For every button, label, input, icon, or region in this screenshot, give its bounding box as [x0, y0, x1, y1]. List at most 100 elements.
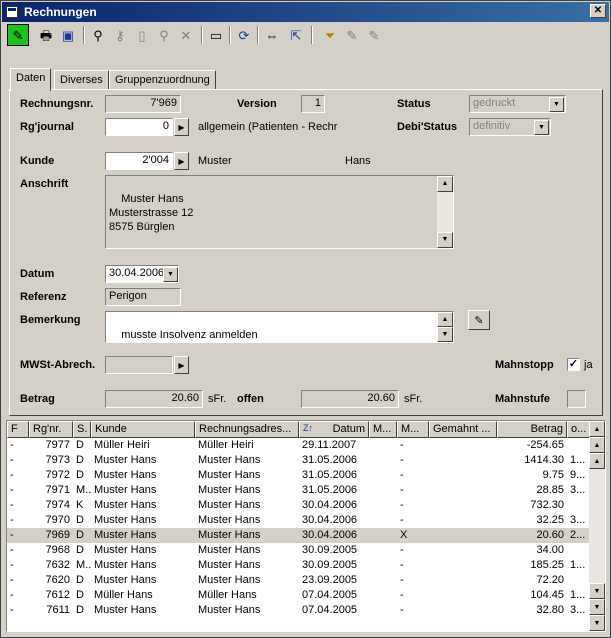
cell-gemahnt: [429, 603, 497, 618]
table-row[interactable]: - 7612 D Müller Hans Müller Hans 07.04.2005 - 1…: [7, 588, 592, 603]
cell-adresse: Muster Hans: [198, 574, 261, 586]
scroll-page-down-icon[interactable]: ▼: [589, 599, 605, 615]
rgjournal-label: Rg'journal: [20, 121, 74, 133]
key-icon[interactable]: ⚷: [109, 24, 131, 46]
column-header-datum[interactable]: Z↑ Datum: [299, 421, 369, 438]
fit-page-icon[interactable]: ⇱: [285, 24, 307, 46]
cell-betrag: 72.20: [536, 574, 564, 586]
rgjournal-lookup-button[interactable]: ▶: [174, 118, 189, 136]
bemerkung-scrollbar[interactable]: ▲ ▼: [437, 312, 453, 342]
table-row[interactable]: - 7620 D Muster Hans Muster Hans 23.09.2005 - 7…: [7, 573, 592, 588]
table-row[interactable]: - 7970 D Muster Hans Muster Hans 30.04.2006 - 3…: [7, 513, 592, 528]
table-row[interactable]: - 7973 D Muster Hans Muster Hans 31.05.2006 - 1…: [7, 453, 592, 468]
table-row[interactable]: -7971M...Muster HansMuster Hans31.05.200…: [7, 483, 592, 498]
column-header-m1[interactable]: M...: [369, 421, 397, 438]
scroll-down-icon[interactable]: ▼: [437, 232, 453, 248]
mahnstopp-checkbox[interactable]: ✓: [567, 358, 580, 371]
anschrift-textarea[interactable]: Muster Hans Musterstrasse 12 8575 Bürgle…: [105, 175, 454, 249]
mwst-field[interactable]: [105, 356, 173, 374]
scroll-top-icon[interactable]: ▲: [589, 421, 605, 437]
cell-m1: [369, 573, 397, 588]
anschrift-scrollbar[interactable]: ▲ ▼: [437, 176, 453, 248]
tab-diverses[interactable]: Diverses: [54, 70, 109, 90]
cell-gemahnt: [429, 573, 497, 588]
delete-icon[interactable]: ✕: [175, 24, 197, 46]
cell-m2: -: [400, 454, 404, 466]
version-field: 1: [301, 95, 325, 113]
filter-icon[interactable]: ⏷: [319, 24, 341, 46]
column-header-gemahnt[interactable]: Gemahnt ...: [429, 421, 497, 438]
tab-daten[interactable]: Daten: [10, 68, 52, 91]
table-row[interactable]: - 7972 D Muster Hans Muster Hans 31.05.2006 - 9…: [7, 468, 592, 483]
chevron-down-icon[interactable]: ▼: [163, 267, 178, 282]
cell-m2: -: [400, 574, 404, 586]
scroll-page-up-icon[interactable]: ▲: [589, 437, 605, 453]
table-row[interactable]: - 7969 D Muster Hans Muster Hans 30.04.2006 X 2…: [7, 528, 592, 543]
pin-icon[interactable]: ⚲: [153, 24, 175, 46]
table-row[interactable]: - 7968 D Muster Hans Muster Hans 30.09.2005 - 3…: [7, 543, 592, 558]
cell-s: D: [76, 529, 84, 541]
notes-icon[interactable]: ✎: [468, 310, 490, 330]
anschrift-text: Muster Hans Musterstrasse 12 8575 Bürgle…: [109, 193, 194, 233]
kunde-lookup-button[interactable]: ▶: [174, 152, 189, 170]
column-header-m2[interactable]: M...: [397, 421, 429, 438]
scroll-up-icon[interactable]: ▲: [437, 176, 453, 192]
print-icon[interactable]: 🖶: [35, 24, 57, 46]
edit-note-icon[interactable]: ✎: [341, 24, 363, 46]
new-doc-icon[interactable]: ▯: [131, 24, 153, 46]
cell-betrag: -254.65: [526, 439, 564, 451]
cell-betrag: 104.45: [530, 589, 564, 601]
table-row[interactable]: -7632M...Muster HansMuster Hans30.09.200…: [7, 558, 592, 573]
scroll-down-icon[interactable]: ▼: [437, 327, 453, 342]
table-row[interactable]: - 7974 K Muster Hans Muster Hans 30.04.2006 - 7…: [7, 498, 592, 513]
status-label: Status: [397, 98, 431, 110]
pencil-icon[interactable]: ✎: [7, 24, 29, 46]
table-row[interactable]: - 7977 D Müller Heiri Müller Heiri 29.11.2007…: [7, 438, 592, 453]
scroll-up-icon[interactable]: ▲: [589, 453, 605, 469]
kunde-field[interactable]: 2'004: [105, 152, 173, 170]
cell-rgnr: 7977: [45, 439, 70, 451]
cell-m2: -: [400, 514, 404, 526]
column-header-rechnungsadresse[interactable]: Rechnungsadres...: [195, 421, 299, 438]
chevron-down-icon[interactable]: ▼: [549, 97, 564, 112]
column-header-f[interactable]: F: [7, 421, 29, 438]
rgjournal-field[interactable]: 0: [105, 118, 173, 136]
datum-label: Datum: [20, 268, 55, 280]
cell-m2: -: [400, 589, 404, 601]
scroll-down-icon[interactable]: ▼: [589, 583, 605, 599]
cell-kunde: Muster Hans: [94, 544, 157, 556]
cell-datum: 07.04.2005: [302, 604, 358, 616]
column-header-betrag[interactable]: Betrag: [497, 421, 567, 438]
close-button[interactable]: ✕: [590, 4, 606, 18]
column-header-rgnr[interactable]: Rg'nr.: [29, 421, 73, 438]
mahnstufe-label: Mahnstufe: [495, 393, 550, 405]
edit-note-2-icon[interactable]: ✎: [363, 24, 385, 46]
column-header-s[interactable]: S.: [73, 421, 91, 438]
rgjournal-text: allgemein (Patienten - Rechr: [198, 121, 338, 133]
binoculars-icon[interactable]: ⚲: [87, 24, 109, 46]
save-icon[interactable]: ▣: [57, 24, 79, 46]
cell-s: D: [76, 514, 84, 526]
bemerkung-textarea[interactable]: musste Insolvenz anmelden ▲ ▼: [105, 311, 454, 343]
cell-m1: [369, 528, 397, 543]
cell-gemahnt: [429, 468, 497, 483]
minimize-icon[interactable]: ▭: [205, 24, 227, 46]
invoice-table[interactable]: F Rg'nr. S. Kunde Rechnungsadres... Z↑ Da…: [6, 420, 606, 632]
cell-m2: -: [400, 559, 404, 571]
scroll-up-icon[interactable]: ▲: [437, 312, 453, 327]
referenz-label: Referenz: [20, 291, 67, 303]
column-header-kunde[interactable]: Kunde: [91, 421, 195, 438]
tab-gruppenzuordnung[interactable]: Gruppenzuordnung: [109, 70, 216, 90]
fit-width-icon[interactable]: ⇔: [261, 24, 283, 46]
invoice-window: Rechnungen ✕ ✎ 🖶 ▣ ⚲ ⚷ ▯ ⚲ ✕ ▭ ⟳ ⇔ ⇱ ⏷ ✎…: [0, 0, 611, 638]
mwst-lookup-button[interactable]: ▶: [174, 356, 189, 374]
scroll-bottom-icon[interactable]: ▼: [589, 615, 605, 631]
cell-datum: 30.04.2006: [302, 499, 358, 511]
chevron-down-icon[interactable]: ▼: [534, 120, 549, 135]
refresh-icon[interactable]: ⟳: [233, 24, 255, 46]
cell-f: -: [10, 544, 14, 556]
table-row[interactable]: - 7611 D Muster Hans Muster Hans 07.04.2005 - 3…: [7, 603, 592, 618]
cell-kunde: Muster Hans: [94, 514, 157, 526]
cell-s: D: [76, 544, 84, 556]
table-scrollbar[interactable]: ▲ ▲ ▲ ▼ ▼ ▼: [589, 421, 605, 631]
